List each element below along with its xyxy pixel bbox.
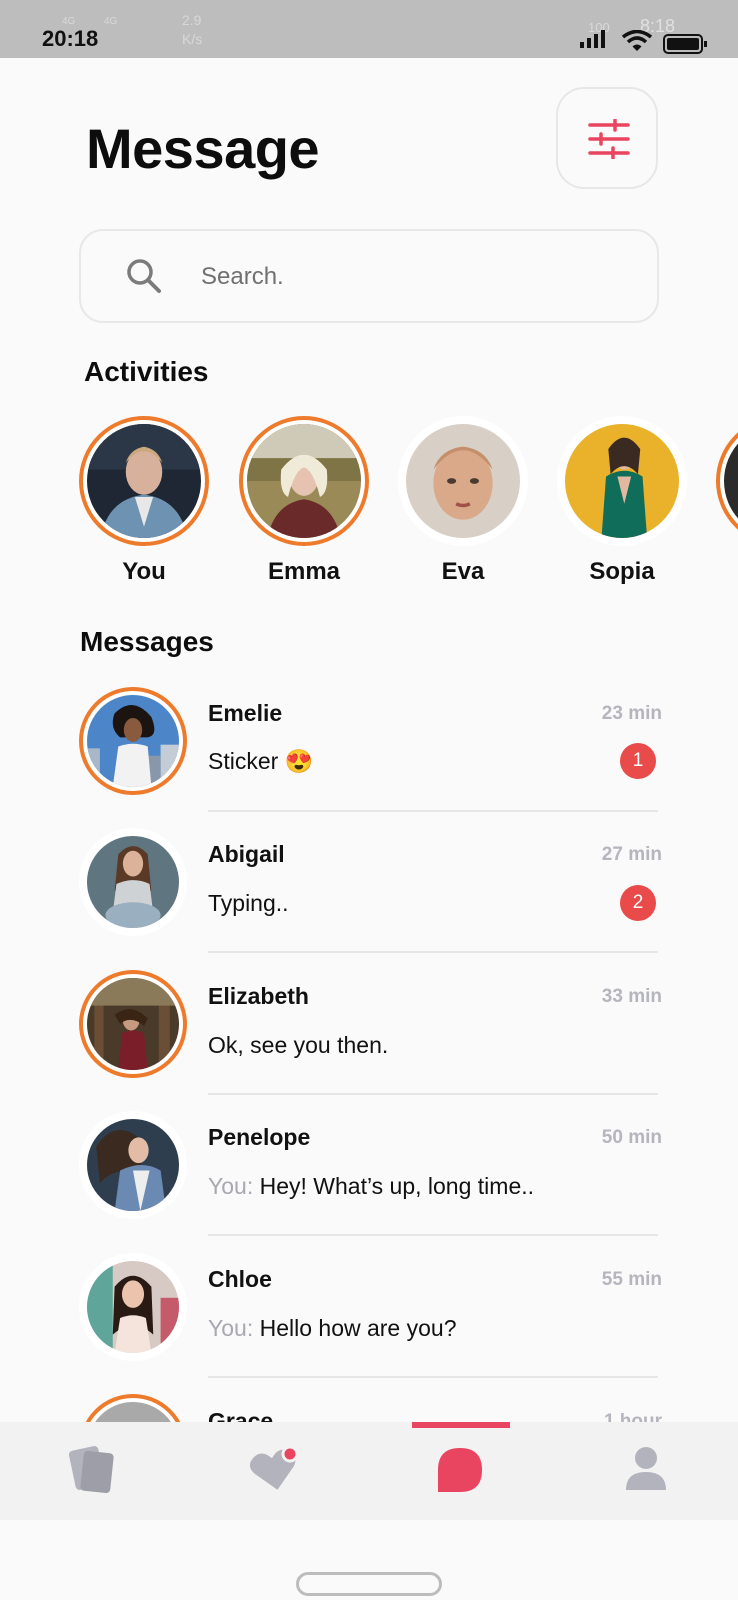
- avatar: [406, 424, 520, 538]
- message-time: 55 min: [601, 1269, 662, 1290]
- divider: [208, 810, 658, 812]
- divider: [208, 1376, 658, 1378]
- activity-name: Emma: [267, 558, 341, 585]
- message-time: 50 min: [601, 1127, 662, 1148]
- contact-name: Emelie: [208, 700, 283, 726]
- avatar: [87, 978, 179, 1070]
- avatar: [87, 1261, 179, 1353]
- activity-name: Eva: [441, 558, 485, 585]
- message-preview: Ok, see you then.: [208, 1032, 389, 1058]
- contact-name: Penelope: [208, 1124, 311, 1150]
- messages-screen: 4G 4G 2.9 K/s 100 8:18 20:18 Message Sea…: [0, 0, 738, 1600]
- speed-value: 2.9: [182, 12, 202, 28]
- battery-icon: [663, 34, 707, 54]
- message-preview: You: Hey! What’s up, long time..: [208, 1173, 535, 1199]
- signal-icon: [580, 30, 605, 48]
- network-label-2: 4G: [104, 16, 118, 27]
- nav-item-likes[interactable]: [246, 1444, 306, 1500]
- chat-bubble-icon: [438, 1448, 482, 1492]
- sliders-icon: [588, 119, 630, 159]
- message-time: 33 min: [601, 986, 662, 1007]
- wifi-icon: [622, 30, 652, 51]
- message-preview: You: Hello how are you?: [208, 1315, 457, 1341]
- activity-name: You: [122, 558, 166, 585]
- unread-badge: 2: [620, 885, 656, 921]
- profile-icon: [626, 1447, 666, 1490]
- filter-button[interactable]: [556, 87, 658, 189]
- speed-unit: K/s: [182, 31, 203, 47]
- contact-name: Abigail: [208, 841, 285, 867]
- contact-name: Elizabeth: [208, 983, 309, 1009]
- avatar: [87, 424, 201, 538]
- divider: [208, 951, 658, 953]
- bottom-nav: [0, 1422, 738, 1520]
- avatar: [87, 836, 179, 928]
- messages-title: Messages: [80, 626, 214, 657]
- nav-item-cards[interactable]: [64, 1444, 124, 1500]
- page-title: Message: [86, 117, 320, 180]
- nav-item-profile[interactable]: [618, 1444, 678, 1500]
- activities-title: Activities: [84, 356, 209, 387]
- message-time: 27 min: [601, 844, 662, 865]
- status-time: 20:18: [42, 26, 99, 51]
- search-box[interactable]: [79, 229, 659, 323]
- avatar: [247, 424, 361, 538]
- search-input[interactable]: [199, 257, 619, 297]
- avatar: [87, 695, 179, 787]
- unread-badge: 1: [620, 743, 656, 779]
- search-icon: [127, 259, 161, 293]
- heart-icon: [249, 1445, 299, 1490]
- nav-item-messages[interactable]: [432, 1444, 492, 1500]
- avatar: [565, 424, 679, 538]
- nav-active-indicator: [412, 1422, 510, 1428]
- avatar: [87, 1119, 179, 1211]
- message-time: 23 min: [601, 703, 662, 724]
- home-indicator[interactable]: [296, 1572, 442, 1596]
- message-preview: Typing..: [208, 890, 289, 916]
- activity-name: Sopia: [589, 558, 655, 585]
- divider: [208, 1093, 658, 1095]
- message-preview: Sticker 😍: [208, 748, 314, 774]
- cards-icon: [68, 1446, 114, 1494]
- divider: [208, 1234, 658, 1236]
- status-bar: 4G 4G 2.9 K/s 100 8:18 20:18: [0, 0, 738, 58]
- contact-name: Chloe: [208, 1266, 272, 1292]
